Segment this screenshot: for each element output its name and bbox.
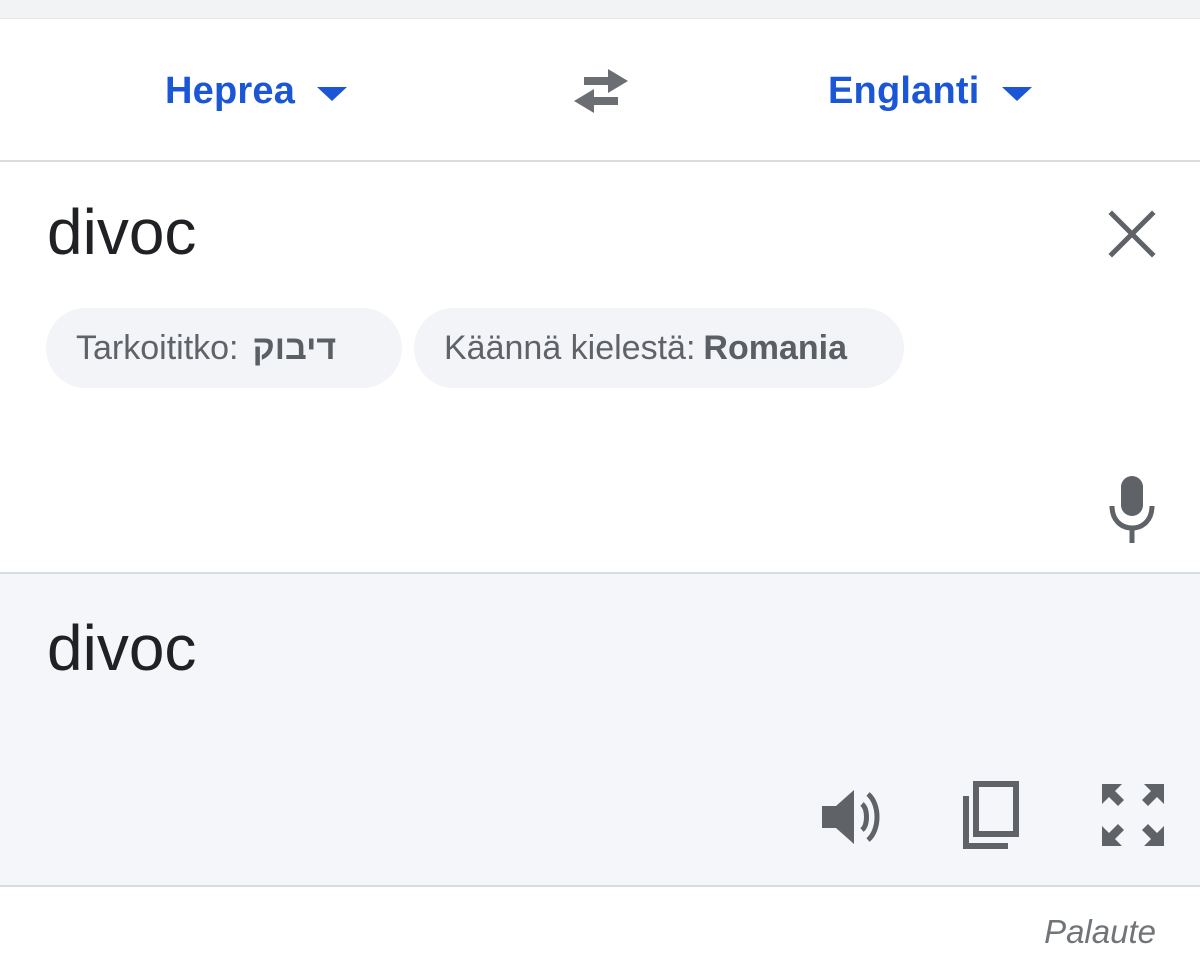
listen-button[interactable]: [818, 784, 888, 850]
translate-from-value: Romania: [703, 328, 847, 367]
chevron-down-icon: [1001, 87, 1032, 101]
source-language-button[interactable]: Heprea: [165, 63, 348, 119]
microphone-icon: [1109, 476, 1155, 543]
copy-icon: [963, 781, 1019, 849]
translation-panel: divoc: [0, 574, 1200, 887]
close-icon: [1108, 210, 1156, 258]
did-you-mean-chip[interactable]: Tarkoititko: דיבוק: [46, 308, 402, 388]
chevron-down-icon: [317, 87, 348, 101]
did-you-mean-label: Tarkoititko:: [76, 328, 239, 367]
swap-languages-button[interactable]: [570, 65, 632, 117]
translate-from-label: Käännä kielestä:: [444, 328, 696, 367]
fullscreen-button[interactable]: [1098, 780, 1168, 850]
language-bar: Heprea Englanti: [0, 19, 1200, 162]
voice-input-button[interactable]: [1104, 472, 1160, 548]
target-language-label: Englanti: [828, 69, 980, 112]
footer: Palaute: [0, 887, 1200, 964]
top-strip: [0, 0, 1200, 19]
clear-input-button[interactable]: [1104, 206, 1160, 262]
speaker-icon: [822, 790, 880, 844]
translation-text: divoc: [47, 612, 197, 684]
source-text-panel[interactable]: divoc Tarkoititko: דיבוק Käännä kielestä…: [0, 162, 1200, 574]
did-you-mean-value: דיבוק: [252, 328, 337, 367]
swap-arrows-icon: [574, 69, 628, 113]
feedback-link[interactable]: Palaute: [1044, 913, 1156, 951]
translate-from-chip[interactable]: Käännä kielestä: Romania: [414, 308, 904, 388]
fullscreen-icon: [1102, 784, 1164, 846]
copy-button[interactable]: [958, 780, 1026, 852]
target-language-button[interactable]: Englanti: [828, 63, 1032, 119]
source-language-label: Heprea: [165, 69, 296, 112]
source-text-input[interactable]: divoc: [47, 200, 196, 264]
